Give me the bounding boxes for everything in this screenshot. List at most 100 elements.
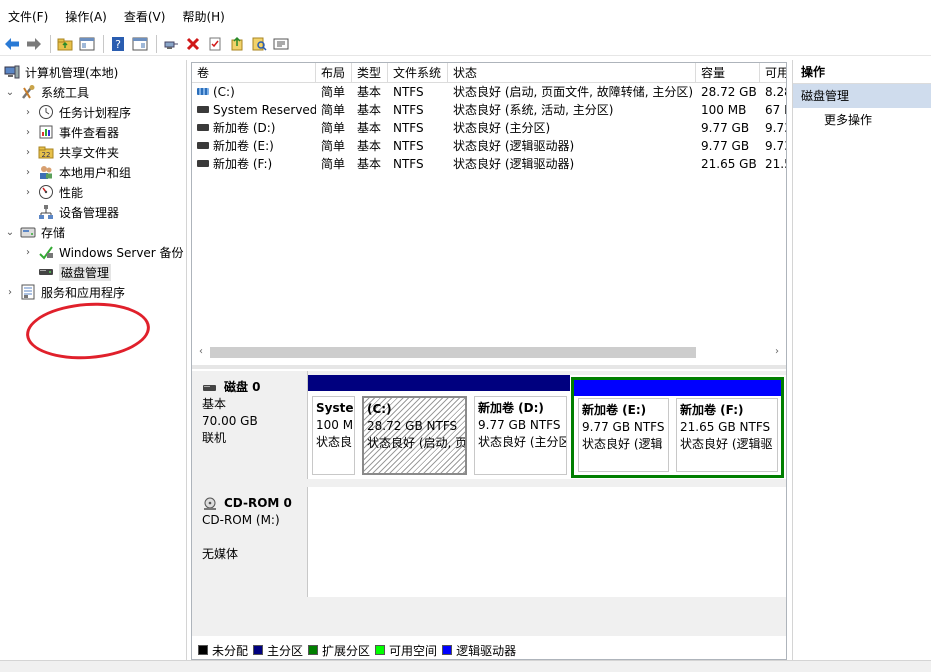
tree-label: 事件查看器 bbox=[59, 125, 120, 140]
scrollbar-thumb[interactable] bbox=[210, 347, 696, 358]
properties-icon[interactable] bbox=[205, 34, 225, 54]
partition-size: 100 M bbox=[316, 418, 354, 432]
partition-system-reserved[interactable]: Syster 100 M 状态良 bbox=[308, 375, 358, 478]
tree-label: Windows Server 备份 bbox=[59, 245, 184, 260]
cell-layout: 简单 bbox=[321, 157, 346, 171]
disk-name: 磁盘 0 bbox=[224, 380, 261, 394]
legend-label: 主分区 bbox=[267, 643, 304, 658]
legend-item-free-space: 可用空间 bbox=[375, 642, 437, 659]
cell-free: 67 I bbox=[765, 103, 786, 117]
table-row[interactable]: System Reserved 简单 基本 NTFS 状态良好 (系统, 活动,… bbox=[192, 101, 786, 119]
column-header-filesystem[interactable]: 文件系统 bbox=[388, 63, 448, 83]
tree-item-device-manager[interactable]: 设备管理器 bbox=[38, 202, 119, 222]
chevron-right-icon[interactable]: › bbox=[22, 187, 34, 198]
cell-filesystem: NTFS bbox=[393, 139, 424, 153]
disk-type: 基本 bbox=[202, 397, 227, 411]
table-row[interactable]: (C:) 简单 基本 NTFS 状态良好 (启动, 页面文件, 故障转储, 主分… bbox=[192, 83, 786, 101]
chevron-right-icon[interactable]: › bbox=[22, 127, 34, 138]
device-manager-icon bbox=[38, 204, 54, 220]
legend-swatch bbox=[375, 645, 386, 655]
search-icon[interactable] bbox=[249, 34, 269, 54]
column-header-capacity[interactable]: 容量 bbox=[696, 63, 760, 83]
column-header-status[interactable]: 状态 bbox=[448, 63, 696, 83]
connect-icon[interactable] bbox=[161, 34, 181, 54]
partition-info: 新加卷 (D:) 9.77 GB NTFS 状态良好 (主分区 bbox=[474, 396, 567, 475]
more-actions-label: 更多操作 bbox=[824, 113, 873, 127]
tree-item-windows-backup[interactable]: › Windows Server 备份 bbox=[22, 242, 184, 262]
up-folder-icon[interactable] bbox=[55, 34, 75, 54]
cell-layout: 简单 bbox=[321, 103, 346, 117]
cell-filesystem: NTFS bbox=[393, 103, 424, 117]
partition-d[interactable]: 新加卷 (D:) 9.77 GB NTFS 状态良好 (主分区 bbox=[470, 375, 570, 478]
import-icon[interactable] bbox=[227, 34, 247, 54]
partition-status: 状态良好 (主分区 bbox=[478, 435, 567, 449]
cdrom-name-row: CD-ROM 0 bbox=[202, 495, 307, 512]
scroll-left-icon[interactable]: ‹ bbox=[194, 345, 208, 359]
chevron-down-icon[interactable]: ⌄ bbox=[4, 87, 16, 98]
menu-action[interactable]: 操作(A) bbox=[65, 8, 107, 25]
scroll-right-icon[interactable]: › bbox=[770, 345, 784, 359]
tree-item-storage[interactable]: ⌄ 存储 bbox=[4, 222, 65, 242]
forward-arrow-icon[interactable] bbox=[24, 34, 44, 54]
tree-item-computer-management[interactable]: 计算机管理(本地) bbox=[4, 62, 118, 82]
table-row[interactable]: 新加卷 (D:) 简单 基本 NTFS 状态良好 (主分区) 9.77 GB 9… bbox=[192, 119, 786, 137]
tree-item-services-apps[interactable]: › 服务和应用程序 bbox=[4, 282, 125, 302]
cell-type: 基本 bbox=[357, 85, 382, 99]
column-header-volume[interactable]: 卷 bbox=[192, 63, 316, 83]
partition-e[interactable]: 新加卷 (E:) 9.77 GB NTFS 状态良好 (逻辑 bbox=[574, 380, 672, 475]
menu-help[interactable]: 帮助(H) bbox=[182, 8, 224, 25]
cell-volume: System Reserved bbox=[192, 101, 316, 119]
partition-info: 新加卷 (E:) 9.77 GB NTFS 状态良好 (逻辑 bbox=[578, 398, 669, 472]
disk-size: 70.00 GB bbox=[202, 414, 258, 428]
column-header-type[interactable]: 类型 bbox=[352, 63, 388, 83]
cell-capacity: 21.65 GB bbox=[701, 157, 757, 171]
table-row[interactable]: 新加卷 (E:) 简单 基本 NTFS 状态良好 (逻辑驱动器) 9.77 GB… bbox=[192, 137, 786, 155]
actions-section-disk-management[interactable]: 磁盘管理 bbox=[793, 84, 931, 108]
legend-item-logical: 逻辑驱动器 bbox=[442, 642, 516, 659]
tree-item-disk-management[interactable]: 磁盘管理 bbox=[38, 262, 112, 282]
volume-icon bbox=[197, 88, 209, 95]
panel-icon[interactable] bbox=[130, 34, 150, 54]
disk-0-label[interactable]: 磁盘 0 基本 70.00 GB 联机 bbox=[194, 371, 308, 479]
chevron-down-icon[interactable]: ⌄ bbox=[4, 227, 16, 238]
tree-label: 共享文件夹 bbox=[59, 145, 120, 160]
chevron-right-icon[interactable]: › bbox=[22, 147, 34, 158]
chevron-right-icon[interactable]: › bbox=[22, 247, 34, 258]
status-bar bbox=[0, 660, 931, 672]
tree-item-event-viewer[interactable]: › 事件查看器 bbox=[22, 122, 119, 142]
pane-splitter[interactable] bbox=[192, 365, 786, 369]
partition-c[interactable]: (C:) 28.72 GB NTFS 状态良好 (启动, 页 bbox=[358, 375, 470, 478]
menu-view[interactable]: 查看(V) bbox=[124, 8, 166, 25]
partition-title: (C:) bbox=[367, 402, 392, 416]
column-header-free[interactable]: 可用 bbox=[760, 63, 786, 83]
tree-item-local-users[interactable]: › 本地用户和组 bbox=[22, 162, 131, 182]
chevron-right-icon[interactable]: › bbox=[22, 167, 34, 178]
legend-label: 逻辑驱动器 bbox=[456, 643, 517, 658]
back-arrow-icon[interactable] bbox=[2, 34, 22, 54]
tree-label: 磁盘管理 bbox=[59, 263, 112, 281]
more-actions-link[interactable]: 更多操作 bbox=[793, 108, 931, 132]
partition-f[interactable]: 新加卷 (F:) 21.65 GB NTFS 状态良好 (逻辑驱 bbox=[672, 380, 781, 475]
horizontal-scrollbar[interactable]: ‹ › bbox=[192, 345, 786, 359]
tree-item-performance[interactable]: › 性能 bbox=[22, 182, 83, 202]
svg-text:?: ? bbox=[115, 38, 121, 51]
help-icon[interactable]: ? bbox=[108, 34, 128, 54]
menu-file[interactable]: 文件(F) bbox=[8, 8, 48, 25]
tree-item-system-tools[interactable]: ⌄ 系统工具 bbox=[4, 82, 89, 102]
partition-size: 9.77 GB NTFS bbox=[582, 420, 665, 434]
chevron-right-icon[interactable]: › bbox=[22, 107, 34, 118]
chevron-right-icon[interactable]: › bbox=[4, 287, 16, 298]
table-row[interactable]: 新加卷 (F:) 简单 基本 NTFS 状态良好 (逻辑驱动器) 21.65 G… bbox=[192, 155, 786, 173]
toolbar-separator bbox=[50, 34, 51, 53]
details-icon[interactable] bbox=[271, 34, 291, 54]
cdrom-0-label[interactable]: CD-ROM 0 CD-ROM (M:) 无媒体 bbox=[194, 487, 308, 597]
column-header-layout[interactable]: 布局 bbox=[316, 63, 352, 83]
backup-icon bbox=[38, 244, 54, 260]
main-pane: 卷 布局 类型 文件系统 状态 容量 可用 (C:) 简单 基本 NTFS 状态… bbox=[191, 62, 787, 660]
tree-item-task-scheduler[interactable]: › 任务计划程序 bbox=[22, 102, 131, 122]
delete-icon[interactable] bbox=[183, 34, 203, 54]
tree-item-shared-folders[interactable]: › 22 共享文件夹 bbox=[22, 142, 119, 162]
cell-status: 状态良好 (启动, 页面文件, 故障转储, 主分区) bbox=[453, 85, 694, 99]
navigation-tree: 计算机管理(本地) ⌄ 系统工具 › 任务计划程序 › 事件查看器 › 22 共… bbox=[0, 60, 187, 660]
show-hide-tree-icon[interactable] bbox=[77, 34, 97, 54]
